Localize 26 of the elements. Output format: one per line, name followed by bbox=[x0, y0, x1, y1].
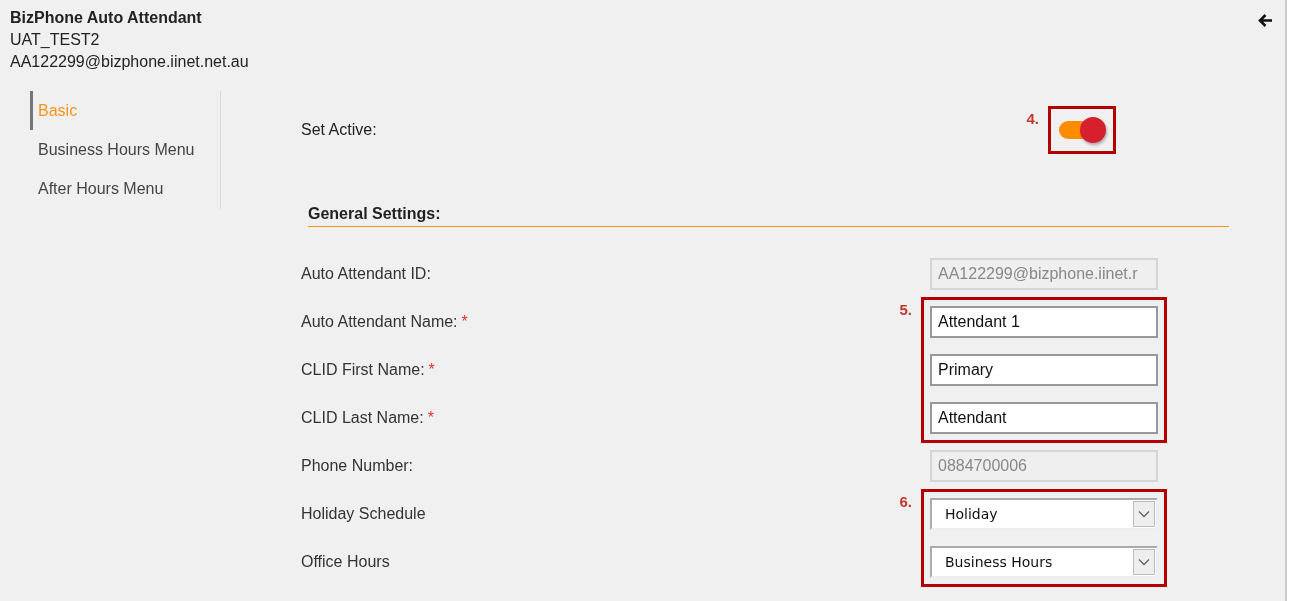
sidebar-item[interactable]: Business Hours Menu bbox=[30, 130, 220, 169]
account-name: UAT_TEST2 bbox=[10, 30, 100, 50]
required-mark: * bbox=[427, 409, 434, 426]
callout-number: 5. bbox=[899, 300, 912, 320]
dropdown-field[interactable]: Holiday bbox=[930, 498, 1158, 530]
field-label: Auto Attendant ID: bbox=[301, 265, 431, 282]
back-arrow-icon[interactable] bbox=[1257, 13, 1273, 28]
text-field[interactable]: Primary bbox=[930, 354, 1158, 386]
field-label: Office Hours bbox=[301, 553, 390, 570]
callout-number: 6. bbox=[899, 492, 912, 512]
text-field[interactable]: Attendant bbox=[930, 402, 1158, 434]
field-label: Auto Attendant Name: bbox=[301, 313, 458, 330]
required-mark: * bbox=[428, 361, 435, 378]
sidebar-item[interactable]: After Hours Menu bbox=[30, 169, 220, 208]
section-heading: General Settings: bbox=[308, 204, 1229, 227]
field-label: Phone Number: bbox=[301, 457, 414, 474]
page-title: BizPhone Auto Attendant bbox=[10, 8, 202, 28]
account-address: AA122299@bizphone.iinet.net.au bbox=[10, 52, 249, 72]
field-label: CLID Last Name: bbox=[301, 409, 424, 426]
text-field[interactable]: Attendant 1 bbox=[930, 306, 1158, 338]
callout-number: 4. bbox=[1026, 108, 1039, 129]
dropdown-field[interactable]: Business Hours bbox=[930, 546, 1158, 578]
field-label: CLID First Name: bbox=[301, 361, 425, 378]
field-label: Holiday Schedule bbox=[301, 505, 426, 522]
required-mark: * bbox=[461, 313, 468, 330]
field-label: Set Active: bbox=[301, 120, 377, 138]
